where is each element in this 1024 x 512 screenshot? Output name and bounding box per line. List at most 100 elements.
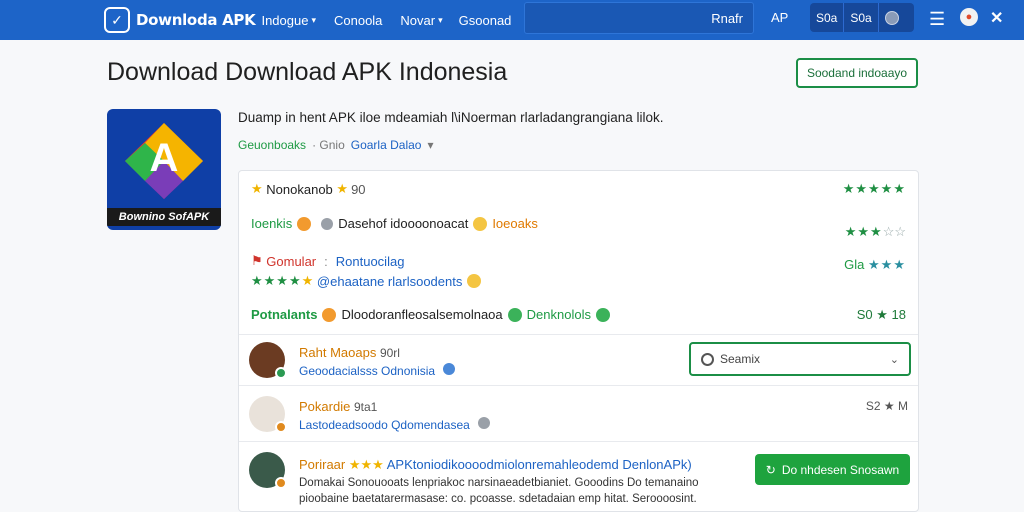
right-count: S0 ★ 18: [856, 306, 906, 322]
user-score: S2 ★ M: [865, 399, 908, 413]
refresh-icon: ↻: [765, 462, 776, 477]
smile-icon: [473, 216, 488, 231]
row-lead: Potnalants: [251, 307, 318, 322]
chevron-down-icon: ⌄: [889, 353, 899, 366]
user-body-line2: pioobaine baetatarermasase: co. pcoasse.…: [299, 493, 697, 505]
user-name-text: Pokardie: [299, 399, 351, 414]
right-stars: ★★★: [844, 224, 883, 239]
nav-link-indogue[interactable]: Indogue ▾: [261, 13, 316, 28]
user-body-line1: Domakai Sonouooats lenpriakoc narsinaead…: [299, 477, 699, 489]
nav-search-input[interactable]: Rnafr: [524, 2, 754, 34]
nav-link-label: Conoola: [333, 12, 383, 28]
svg-text:A: A: [150, 136, 179, 180]
nav-pill-group: S0a S0a: [810, 3, 914, 32]
app-meta: Geuonboaks · Gnio Goarla Dalao ▾: [238, 138, 440, 152]
search-dropdown[interactable]: Seamix ⌄: [689, 342, 911, 376]
heart-icon: [322, 307, 337, 322]
star-icon: ★: [251, 181, 263, 196]
nav-link-conoola[interactable]: Conoola: [334, 13, 382, 28]
row-line2-text[interactable]: @ehaatane rlarlsoodents: [317, 274, 462, 289]
star-icon: ★: [301, 273, 314, 288]
user-sub: Geoodacialsss Odnonisia: [299, 363, 460, 378]
user-name: Raht Maoaps 90rl: [299, 345, 400, 360]
divider: [239, 385, 918, 386]
brand-name: Downloda APK: [136, 11, 256, 29]
app-icon-label: Bownino SofAPK: [107, 208, 221, 226]
toggle-dot-icon: [884, 10, 899, 25]
nav-pill-2[interactable]: S0a: [843, 3, 877, 32]
row-tail: Ioeoaks: [492, 216, 538, 231]
row-tail[interactable]: Denknolols: [527, 307, 591, 322]
user-name: Pokardie 9ta1: [299, 399, 377, 414]
avatar-icon[interactable]: ●: [960, 8, 978, 26]
divider: [239, 334, 918, 335]
chevron-down-icon: ▾: [438, 14, 443, 25]
row-middle[interactable]: Rontuocilag: [336, 254, 405, 269]
hamburger-icon[interactable]: ☰: [929, 10, 945, 28]
user-name-tail: 9ta1: [353, 400, 378, 414]
download-button[interactable]: ↻ Do nhdesen Snosawn: [755, 454, 910, 485]
nav-pill-toggle[interactable]: [877, 3, 905, 32]
info-icon: [478, 417, 491, 429]
info-row-popular-line2: ★★★★ ★ @ehaatane rlarlsoodents: [251, 273, 906, 289]
info-icon: [321, 217, 334, 230]
brand[interactable]: ✓ Downloda APK: [104, 0, 256, 40]
page-title: Download Download APK Indonesia: [107, 58, 508, 86]
user-name-text: Poriraar: [299, 457, 346, 472]
app-logo-icon: A: [125, 123, 203, 199]
info-icon: [443, 363, 456, 375]
nav-link-label: Novar: [400, 12, 436, 28]
star-icon: ★: [336, 181, 349, 196]
shield-icon: [595, 307, 610, 322]
user-name: Poriraar ★★★ APKtoniodikoooodmiolonremah…: [299, 457, 692, 473]
smile-icon: [467, 274, 482, 288]
top-navbar: ✓ Downloda APK Indogue ▾ Conoola Novar ▾…: [0, 0, 1024, 40]
badge-icon: [275, 477, 287, 489]
flag-icon: ⚑: [251, 253, 263, 268]
app-meta-developer[interactable]: Geuonboaks: [238, 138, 306, 152]
info-row-popular: ⚑ Gomular : Rontuocilag Gla ★★★: [251, 253, 906, 272]
row-sep: :: [324, 253, 328, 269]
chevron-down-icon: ▾: [427, 138, 434, 152]
download-button-label: Do nhdesen Snosawn: [781, 462, 900, 477]
nav-link-gsoonad[interactable]: Gsoonad: [459, 13, 512, 28]
app-meta-sep: · Gnio: [312, 138, 345, 152]
close-icon[interactable]: ✕: [990, 8, 1003, 28]
row-lead: Nonokanob: [266, 181, 333, 197]
nav-search-value: Rnafr: [711, 10, 743, 26]
chat-icon: [507, 307, 522, 322]
top-action-button[interactable]: Soodand indoaayo: [796, 58, 918, 88]
row-middle: Dasehof idoooonoacat: [338, 216, 469, 231]
right-stars-empty: ☆☆: [882, 224, 906, 239]
divider: [239, 441, 918, 442]
brand-logo-icon: ✓: [104, 7, 130, 33]
user-sub: Lastodeadsoodo Qdomendasea: [299, 417, 495, 432]
nav-ap-link[interactable]: AP: [771, 10, 788, 25]
search-dropdown-value: Seamix: [720, 352, 761, 366]
user-name-text: Raht Maoaps: [299, 345, 377, 360]
right-stars: ★★★: [868, 257, 906, 272]
list-item[interactable]: Pokardie 9ta1 Lastodeadsoodo Qdomendasea…: [249, 395, 908, 437]
nav-pill-1[interactable]: S0a: [810, 3, 843, 32]
user-sub-text: Geoodacialsss Odnonisia: [299, 364, 436, 378]
app-description: Duamp in hent APK iloe mdeamiah l\iNoerm…: [238, 110, 664, 125]
row-stars: ★★★★: [251, 273, 302, 288]
nav-link-novar[interactable]: Novar ▾: [400, 13, 442, 28]
right-stars: ★★★★★: [842, 181, 906, 196]
search-icon: [701, 352, 714, 366]
info-row-rating: ★ Nonokanob ★ 90 ★★★★★: [251, 181, 906, 197]
right-prefix: Gla: [844, 257, 865, 272]
row-lead: Ioenkis: [251, 216, 293, 231]
app-icon: A Bownino SofAPK: [107, 109, 221, 230]
info-row-potnalants: Potnalants Dloodoranfleosalsemolnaoa Den…: [251, 306, 906, 323]
info-card: ★ Nonokanob ★ 90 ★★★★★ Ioenkis Dasehof i…: [238, 170, 919, 512]
chevron-down-icon: ▾: [311, 14, 316, 25]
right-rating: ★★★☆☆: [845, 224, 906, 240]
row-middle: Dloodoranfleosalsemolnaoa: [341, 307, 503, 322]
verified-badge-icon: [275, 367, 287, 379]
user-headline[interactable]: APKtoniodikoooodmiolonremahleodemd Denlo…: [387, 457, 692, 472]
app-meta-category[interactable]: Goarla Dalao: [351, 138, 422, 152]
row-tail: 90: [351, 181, 366, 197]
flame-icon: [297, 216, 312, 231]
right-rating: Gla ★★★: [844, 257, 906, 273]
